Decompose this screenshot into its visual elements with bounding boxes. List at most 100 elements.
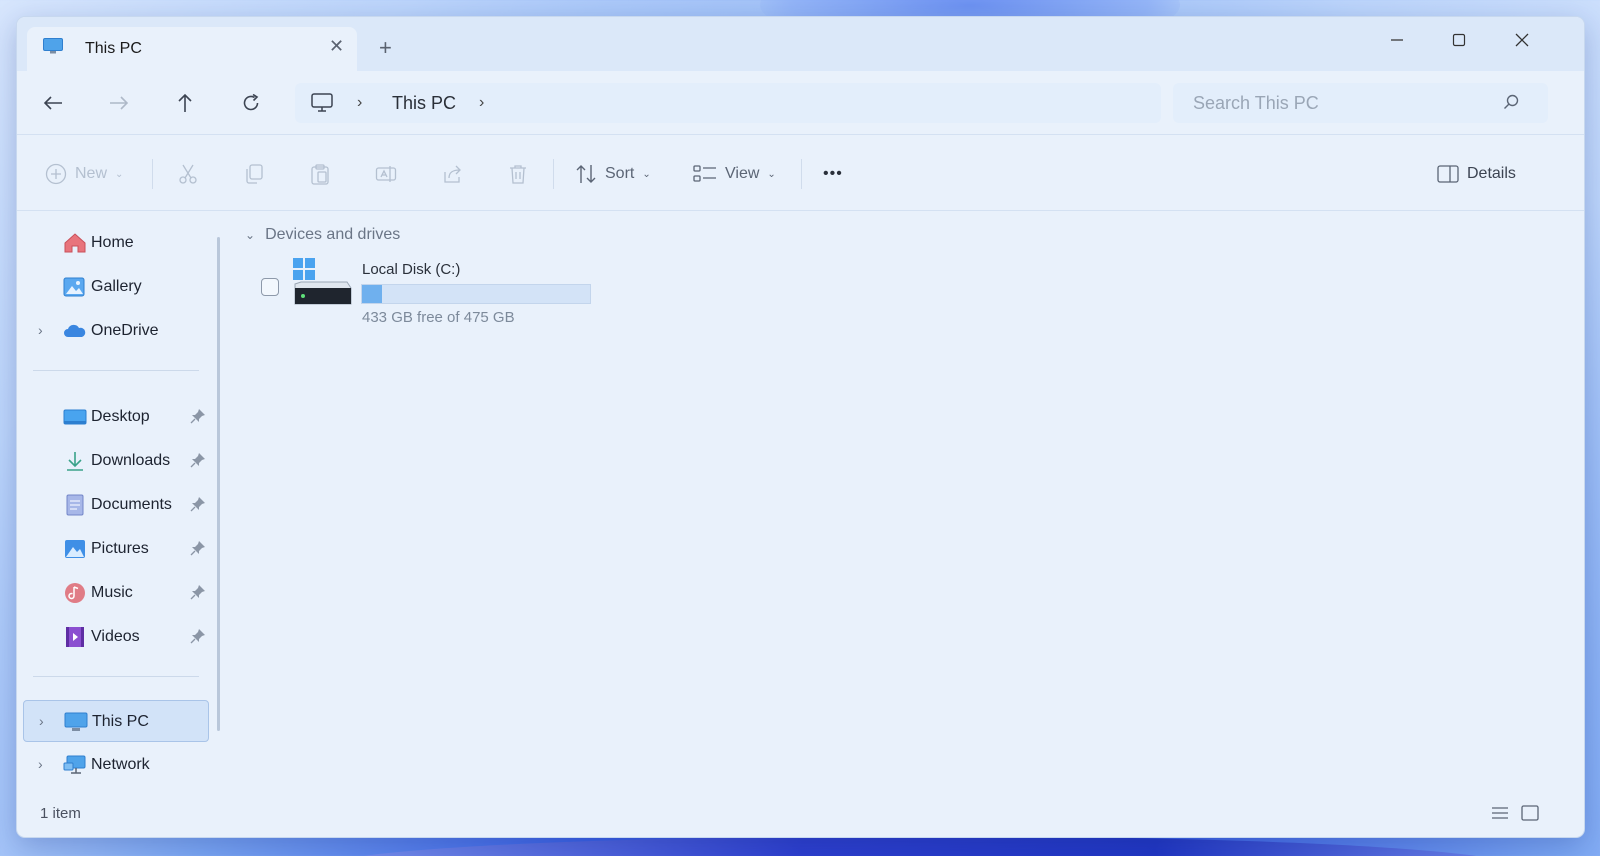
scissors-icon [179, 164, 197, 184]
chevron-down-icon: ⌄ [767, 168, 776, 180]
sidebar-item-desktop[interactable]: Desktop [23, 396, 209, 438]
file-explorer-window: This PC ✕ + › This PC › Search This PC N… [17, 17, 1584, 837]
share-icon [444, 165, 461, 183]
share-button[interactable] [441, 159, 463, 189]
tab-this-pc[interactable]: This PC ✕ [27, 27, 357, 71]
back-button[interactable] [37, 89, 69, 117]
item-count: 1 item [40, 805, 81, 822]
search-icon [1504, 94, 1519, 109]
search-input[interactable] [1193, 91, 1493, 115]
sidebar-scrollbar[interactable] [217, 237, 220, 731]
up-button[interactable] [169, 89, 201, 117]
downloads-icon [67, 452, 83, 471]
sidebar-item-label: Videos [91, 628, 140, 645]
copy-button[interactable] [243, 159, 265, 189]
chevron-right-icon[interactable]: › [38, 322, 43, 338]
chevron-right-icon[interactable]: › [38, 756, 43, 772]
new-button[interactable]: New ⌄ [45, 159, 123, 189]
sidebar-item-this-pc[interactable]: › This PC [23, 700, 209, 742]
refresh-icon [243, 93, 259, 111]
minimize-button[interactable] [1377, 25, 1417, 55]
sidebar-item-label: Desktop [91, 408, 150, 425]
sidebar-item-documents[interactable]: Documents [23, 484, 209, 526]
maximize-icon [1452, 33, 1466, 47]
trash-icon [510, 165, 526, 184]
chevron-right-icon[interactable]: › [479, 94, 484, 112]
music-icon [65, 583, 85, 603]
new-tab-button[interactable]: + [379, 37, 392, 59]
pin-icon[interactable] [190, 496, 206, 512]
title-bar: This PC ✕ + [17, 17, 1584, 71]
divider [553, 159, 554, 189]
command-bar: New ⌄ Sort ⌄ View ⌄ ••• Details [17, 135, 1584, 211]
tab-title: This PC [85, 40, 142, 57]
sidebar-item-label: Home [91, 234, 134, 251]
pin-icon[interactable] [190, 452, 206, 468]
pin-icon[interactable] [190, 628, 206, 644]
more-options-button[interactable]: ••• [823, 159, 843, 189]
pictures-icon [65, 540, 85, 558]
sidebar-item-gallery[interactable]: Gallery [23, 266, 209, 308]
cut-button[interactable] [177, 159, 199, 189]
search-box[interactable] [1173, 83, 1548, 123]
drive-checkbox[interactable] [261, 278, 279, 296]
status-bar: 1 item [17, 802, 1584, 837]
sidebar-item-downloads[interactable]: Downloads [23, 440, 209, 482]
delete-button[interactable] [507, 159, 529, 189]
chevron-down-icon: ⌄ [115, 168, 124, 180]
content-pane: ⌄ Devices and drives Local Disk (C:) 433… [231, 212, 1571, 802]
refresh-button[interactable] [235, 89, 267, 117]
breadcrumb-item-this-pc[interactable]: This PC [392, 93, 456, 114]
paste-button[interactable] [309, 159, 331, 189]
monitor-outline-icon [311, 93, 333, 112]
view-list-icon [693, 165, 716, 182]
documents-icon [66, 494, 84, 516]
sort-label: Sort [605, 165, 635, 182]
sidebar-item-network[interactable]: › Network [23, 744, 209, 786]
chevron-down-icon: ⌄ [642, 168, 651, 180]
group-label: Devices and drives [265, 226, 401, 243]
tiles-view-button[interactable] [1519, 802, 1541, 824]
network-icon [63, 755, 86, 774]
monitor-icon [64, 712, 88, 731]
chevron-right-icon[interactable]: › [39, 713, 44, 729]
sidebar-item-pictures[interactable]: Pictures [23, 528, 209, 570]
desktop-folder-icon [63, 409, 87, 425]
close-window-button[interactable] [1502, 25, 1542, 55]
view-label: View [725, 165, 760, 182]
forward-button[interactable] [103, 89, 135, 117]
tiles-view-icon [1521, 805, 1539, 821]
details-view-button[interactable] [1489, 802, 1511, 824]
clipboard-icon [311, 164, 329, 185]
details-pane-icon [1437, 165, 1459, 183]
sidebar-item-music[interactable]: Music [23, 572, 209, 614]
close-tab-icon[interactable]: ✕ [329, 37, 344, 55]
pin-icon[interactable] [190, 584, 206, 600]
wallpaper-bloom [330, 836, 1510, 856]
drive-item[interactable]: Local Disk (C:) 433 GB free of 475 GB [261, 258, 601, 326]
navigation-pane: Home Gallery › OneDrive Desktop Download… [17, 212, 217, 802]
rename-button[interactable] [375, 159, 397, 189]
videos-icon [66, 627, 84, 647]
sidebar-item-label: Network [91, 756, 150, 773]
sidebar-item-home[interactable]: Home [23, 222, 209, 264]
group-header[interactable]: ⌄ Devices and drives [245, 226, 400, 244]
drive-free-space: 433 GB free of 475 GB [362, 309, 515, 326]
divider [33, 676, 199, 677]
details-pane-button[interactable]: Details [1437, 159, 1516, 189]
pin-icon[interactable] [190, 408, 206, 424]
onedrive-cloud-icon [64, 324, 86, 337]
minimize-icon [1391, 39, 1403, 41]
breadcrumb[interactable]: › This PC › [295, 83, 1161, 123]
sidebar-item-videos[interactable]: Videos [23, 616, 209, 658]
drive-usage-fill [362, 285, 383, 303]
divider [152, 159, 153, 189]
maximize-button[interactable] [1439, 25, 1479, 55]
chevron-right-icon[interactable]: › [357, 94, 362, 112]
sidebar-item-onedrive[interactable]: › OneDrive [23, 310, 209, 352]
pin-icon[interactable] [190, 540, 206, 556]
sort-button[interactable]: Sort ⌄ [575, 159, 651, 189]
view-button[interactable]: View ⌄ [693, 159, 776, 189]
drive-name: Local Disk (C:) [362, 261, 461, 278]
divider [33, 370, 199, 371]
